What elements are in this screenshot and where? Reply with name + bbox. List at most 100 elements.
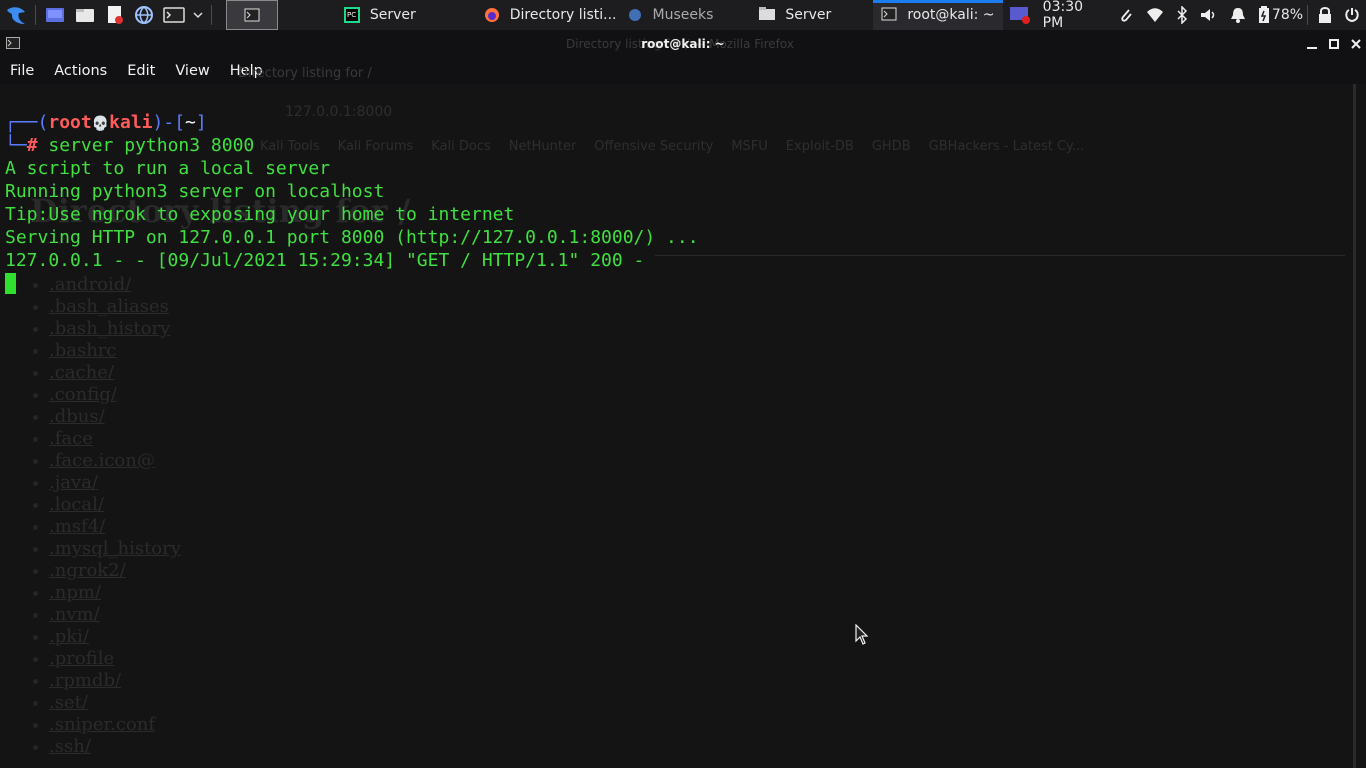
ghost-bookmark: Offensive Security [594, 139, 714, 154]
ghost-directory-entry: .dbus/ [49, 406, 105, 427]
taskbar: PC Server Directory listi... Museeks Ser… [0, 0, 1366, 31]
prompt-mid: )-[ [152, 112, 186, 133]
minimize-icon[interactable] [1306, 38, 1318, 50]
ghost-directory-entry: .sniper.conf [49, 714, 156, 735]
terminal-viewport[interactable]: 127.0.0.1:8000 Kali Tools Kali Forums Kali… [0, 84, 1366, 768]
screen-recorder-icon[interactable] [1009, 5, 1031, 25]
battery-icon[interactable] [1258, 6, 1270, 24]
menu-edit[interactable]: Edit [117, 63, 165, 79]
menu-actions[interactable]: Actions [44, 63, 117, 79]
ghost-bookmark: GHDB [871, 139, 911, 154]
task-label: Server [369, 7, 416, 23]
lock-icon[interactable] [1318, 7, 1332, 23]
prompt-user: root [48, 112, 92, 133]
battery-percentage[interactable]: 78% [1272, 7, 1303, 23]
taskbar-separator [1307, 5, 1309, 25]
window-title: root@kali: ~ [641, 37, 725, 51]
ghost-list-bullet [33, 371, 38, 376]
system-tray: 03:30 PM 78% [1003, 0, 1366, 31]
task-museeks[interactable]: Museeks [619, 0, 722, 30]
ghost-bookmark: MSFU [731, 139, 768, 154]
chevron-down-icon[interactable] [192, 4, 204, 26]
ghost-bookmark: GBHackers - Latest Cy... [928, 139, 1085, 154]
output-line: Running python3 server on localhost [5, 181, 385, 202]
ghost-list-bullet [33, 481, 38, 486]
ghost-list-bullet [33, 393, 38, 398]
window-controls [1306, 38, 1366, 50]
ghost-list-bullet [33, 305, 38, 310]
ghost-list-bullet [33, 547, 38, 552]
skull-icon: 💀 [91, 116, 110, 132]
ghost-directory-entry: .ssh/ [49, 736, 91, 757]
ghost-list-bullet [33, 525, 38, 530]
prompt-close: ] [195, 112, 207, 133]
ghost-directory-entry: .face [49, 428, 93, 449]
ghost-directory-entry: .bash_aliases [49, 296, 169, 317]
file-manager-icon[interactable] [73, 4, 97, 26]
web-browser-icon[interactable] [132, 4, 156, 26]
workspace-switcher[interactable] [226, 0, 278, 30]
ghost-list-bullet [33, 701, 38, 706]
ghost-directory-entry: .face.icon@ [49, 450, 155, 471]
pycharm-icon: PC [343, 7, 360, 23]
notification-bell-icon[interactable] [1230, 6, 1246, 24]
ghost-directory-entry: .bash_history [49, 318, 171, 339]
ghost-list-bullet [33, 723, 38, 728]
output-line: 127.0.0.1 - - [09/Jul/2021 15:29:34] "GE… [5, 250, 645, 271]
task-label: Server [785, 7, 832, 23]
task-label: root@kali: ~ [907, 7, 995, 23]
task-terminal-root[interactable]: root@kali: ~ [873, 0, 1004, 30]
terminal-icon [881, 7, 897, 23]
ghost-bookmark: Kali Forums [337, 139, 414, 154]
menu-bar: File Actions Edit View Help Directory li… [0, 58, 1366, 84]
ghost-list-bullet [33, 679, 38, 684]
show-desktop-icon[interactable] [43, 4, 67, 26]
prompt-dir: ~ [185, 112, 196, 133]
terminal-scrollbar[interactable] [1353, 84, 1356, 768]
ghost-list-bullet [33, 349, 38, 354]
ghost-directory-entry: .java/ [49, 472, 98, 493]
ghost-directory-entry: .rpmdb/ [49, 670, 122, 691]
ghost-directory-entry: .npm/ [49, 582, 101, 603]
power-icon[interactable] [1344, 7, 1360, 23]
maximize-icon[interactable] [1328, 38, 1340, 50]
ghost-directory-entry: .cache/ [49, 362, 114, 383]
menu-file[interactable]: File [0, 63, 44, 79]
task-label: Directory listi... [509, 7, 617, 23]
paperclip-icon[interactable] [1118, 6, 1134, 24]
task-firefox-directory[interactable]: Directory listi... [476, 0, 625, 30]
ghost-list-bullet [33, 745, 38, 750]
window-titlebar[interactable]: Directory listing for / — Mozilla Firefo… [0, 30, 1366, 58]
ghost-list-bullet [33, 283, 38, 288]
task-pycharm-server[interactable]: PC Server [336, 0, 424, 30]
close-icon[interactable] [1350, 38, 1362, 50]
ghost-bookmark: Kali Tools [260, 139, 320, 154]
volume-icon[interactable] [1200, 7, 1218, 23]
terminal-cursor [5, 273, 16, 294]
clock[interactable]: 03:30 PM [1043, 0, 1106, 31]
prompt-line: ┌──(root💀kali)-[~] [5, 111, 207, 136]
ghost-list-bullet [33, 569, 38, 574]
bluetooth-icon[interactable] [1176, 6, 1188, 24]
terminal-launcher-icon[interactable] [162, 4, 186, 26]
ghost-directory-entry: .nvm/ [49, 604, 100, 625]
mouse-pointer-icon [855, 623, 869, 650]
ghost-bookmark: Exploit-DB [785, 139, 854, 154]
menu-view[interactable]: View [165, 63, 219, 79]
terminal-icon [244, 8, 260, 22]
ghost-bookmarks-bar: Kali Tools Kali Forums Kali Docs NetHunter O… [260, 139, 1084, 154]
text-editor-icon[interactable] [103, 4, 127, 26]
ghost-directory-entry: .mysql_history [49, 538, 181, 559]
folder-icon [759, 7, 776, 23]
kali-menu-icon[interactable] [4, 4, 28, 26]
wifi-icon[interactable] [1146, 7, 1164, 23]
ghost-browser-url: 127.0.0.1:8000 [285, 104, 393, 120]
ghost-list-bullet [33, 591, 38, 596]
prompt-corner: └─ [5, 135, 27, 156]
ghost-list-bullet [33, 437, 38, 442]
ghost-list-bullet [33, 503, 38, 508]
task-folder-server[interactable]: Server [751, 0, 839, 30]
ghost-directory-entry: .msf4/ [49, 516, 106, 537]
svg-text:PC: PC [347, 11, 356, 19]
window-app-icon [6, 36, 20, 52]
